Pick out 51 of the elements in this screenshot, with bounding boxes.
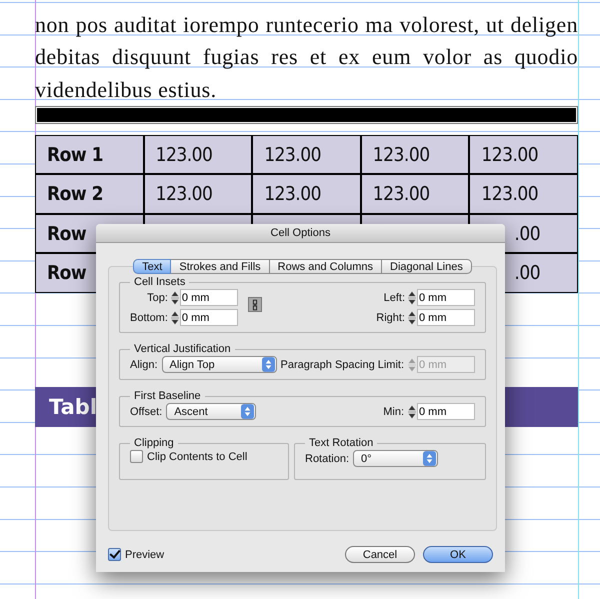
table-cell: 123.00 xyxy=(253,175,360,213)
field-label: Top: xyxy=(147,292,168,304)
table-cell: 123.00 xyxy=(253,136,360,174)
field-label: Align: xyxy=(130,358,158,370)
dropdown[interactable]: Align Top xyxy=(162,356,277,373)
group-title: Clipping xyxy=(133,437,175,449)
dropdown-arrows-icon xyxy=(262,357,275,372)
dialog-title: Cell Options xyxy=(96,224,505,243)
group-title: First Baseline xyxy=(133,390,202,402)
button[interactable]: Cancel xyxy=(345,546,415,563)
tab[interactable]: Diagonal Lines xyxy=(382,259,472,274)
dropdown[interactable]: Ascent xyxy=(166,403,256,420)
field-label: Left: xyxy=(384,292,405,304)
table-cell: Row 1 xyxy=(36,136,143,174)
table-cell: Row 2 xyxy=(36,175,143,213)
stepper-icon[interactable] xyxy=(408,310,416,324)
field-label: Right: xyxy=(376,312,405,324)
field-label: Min: xyxy=(383,406,404,418)
input-field[interactable]: 0 mm xyxy=(417,289,475,306)
dropdown-arrows-icon xyxy=(423,451,436,466)
body-paragraph: non pos auditat iorempo runtecerio ma volorest, ut deligen debitas disquunt fugias res et ex eum volor as quodio videndelibus estius. xyxy=(35,11,578,104)
checkbox[interactable]: Preview xyxy=(108,548,164,561)
input-field[interactable]: 0 mm xyxy=(417,309,475,326)
field-label: Paragraph Spacing Limit: xyxy=(280,358,404,370)
dropdown[interactable]: 0° xyxy=(353,450,438,467)
tab[interactable]: Strokes and Fills xyxy=(171,259,270,274)
checkbox[interactable]: Clip Contents to Cell xyxy=(130,450,278,463)
group-title: Vertical Justification xyxy=(133,343,232,355)
table-cell: 123.00 xyxy=(362,136,468,174)
dropdown-arrows-icon xyxy=(241,404,254,419)
stepper-icon[interactable] xyxy=(170,290,179,304)
table-cell: 123.00 xyxy=(144,175,252,213)
tab[interactable]: Rows and Columns xyxy=(270,259,382,274)
field-label: Offset: xyxy=(130,406,162,418)
table-cell: 123.00 xyxy=(470,175,577,213)
field-label: Rotation: xyxy=(305,452,350,464)
stepper-icon[interactable] xyxy=(408,404,416,418)
input-field[interactable]: 0 mm xyxy=(180,309,238,326)
chain-link-button[interactable] xyxy=(248,297,262,312)
input-field[interactable]: 0 mm xyxy=(180,289,238,306)
table-cell: 123.00 xyxy=(470,136,577,174)
table-cell: 123.00 xyxy=(144,136,252,174)
group-title: Text Rotation xyxy=(308,437,374,449)
chain-link-icon xyxy=(250,298,259,310)
input-field[interactable]: 0 mm xyxy=(417,403,475,420)
stepper-icon[interactable] xyxy=(408,290,416,304)
field-label: Bottom: xyxy=(130,312,168,324)
tab[interactable]: Text xyxy=(133,259,172,274)
button[interactable]: OK xyxy=(423,546,493,563)
table-cell: 123.00 xyxy=(362,175,468,213)
stepper-icon[interactable] xyxy=(170,310,179,324)
